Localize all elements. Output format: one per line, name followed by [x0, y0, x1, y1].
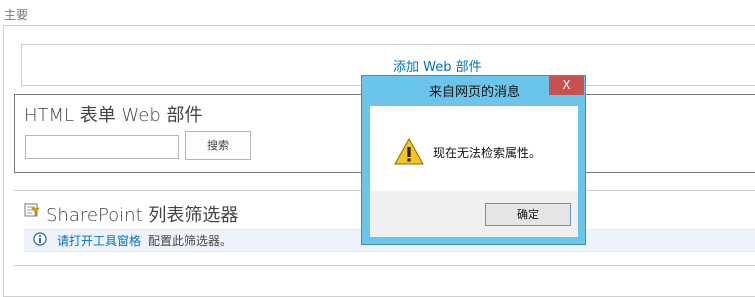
filter-web-part-title: SharePoint 列表筛选器: [46, 205, 239, 226]
dialog-message: 现在无法检索属性。: [433, 146, 542, 160]
search-input[interactable]: [25, 135, 179, 159]
info-message: 配置此筛选器。: [148, 234, 233, 248]
close-button[interactable]: X: [549, 76, 584, 95]
search-button[interactable]: 搜索: [185, 131, 251, 160]
html-form-web-part-title: HTML 表单 Web 部件: [24, 105, 203, 126]
zone-label: 主要: [4, 8, 29, 22]
dialog-message-area: 现在无法检索属性。: [370, 106, 578, 191]
add-web-part-link[interactable]: 添加 Web 部件: [393, 56, 482, 75]
ok-button[interactable]: 确定: [485, 203, 571, 226]
open-tool-pane-link[interactable]: 请打开工具窗格: [57, 232, 141, 249]
warning-icon: [394, 138, 424, 165]
dialog-body: 现在无法检索属性。 确定: [370, 106, 578, 237]
info-icon: [33, 232, 47, 246]
filter-icon: [24, 203, 40, 217]
message-dialog: 来自网页的消息 X 现在无法检索属性。 确定: [361, 75, 586, 245]
bottom-divider: [14, 265, 755, 266]
